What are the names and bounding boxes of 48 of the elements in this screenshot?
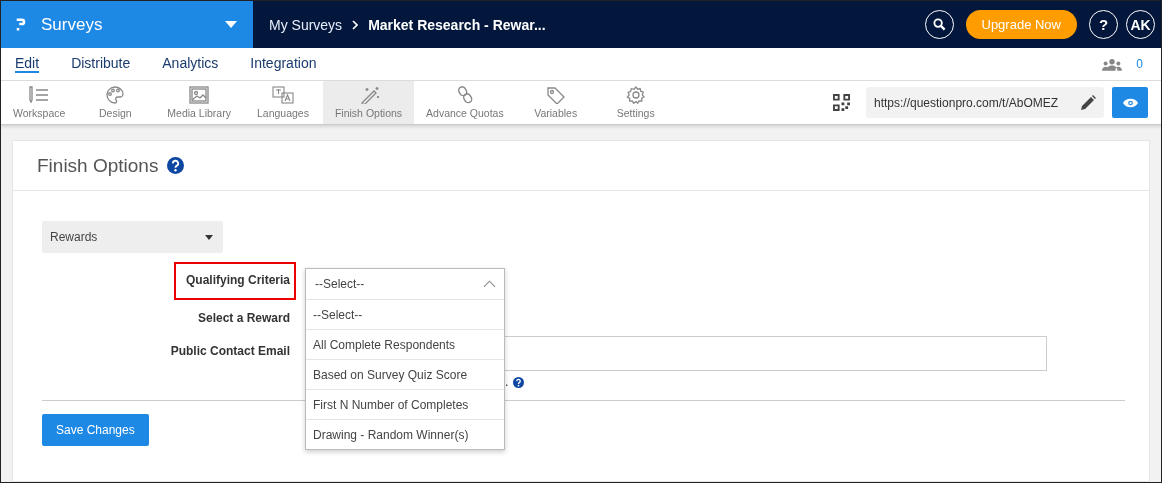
dropdown-option[interactable]: Drawing - Random Winner(s) <box>306 420 504 449</box>
help-icon[interactable] <box>167 157 185 174</box>
criteria-select[interactable]: --Select-- <box>306 269 504 300</box>
nav-tab[interactable]: Analytics <box>162 55 219 73</box>
breadcrumb-item[interactable]: My Surveys <box>269 16 343 33</box>
breadcrumb-item: Market Research - Rewar... <box>368 16 546 33</box>
save-button[interactable]: Save Changes <box>42 414 149 446</box>
tag-icon <box>544 86 567 104</box>
search-icon <box>932 18 946 31</box>
toolbar-button[interactable]: Variables <box>515 81 596 124</box>
caret-icon[interactable] <box>225 21 237 28</box>
translate-icon <box>271 86 294 104</box>
hint-text: . <box>505 375 509 389</box>
nav-tab[interactable]: Edit <box>15 55 40 73</box>
help-icon[interactable] <box>513 376 525 388</box>
section-dropdown[interactable]: Rewards <box>42 221 223 253</box>
url-field[interactable]: https://questionpro.com/t/AbOMEZ <box>866 87 1104 118</box>
toolbar-button[interactable]: Workspace <box>1 81 76 124</box>
toolbar-button[interactable]: Advance Quotas <box>414 81 516 124</box>
field-label: Public Contact Email <box>170 343 291 360</box>
logo-icon <box>15 17 27 32</box>
toolbar-button[interactable]: Media Library <box>155 81 243 124</box>
nav-tab[interactable]: Integration <box>250 55 317 73</box>
caret-icon <box>205 234 213 240</box>
eye-icon <box>1122 97 1138 108</box>
image-icon <box>188 86 211 104</box>
field-label: Select a Reward <box>197 310 291 327</box>
dropdown-option[interactable]: First N Number of Completes <box>306 390 504 420</box>
collaborator-count[interactable]: 0 <box>1136 57 1143 71</box>
toolbar-button[interactable]: Settings <box>595 81 676 124</box>
pencil-list-icon <box>28 86 51 104</box>
dropdown-option[interactable]: All Complete Respondents <box>306 330 504 360</box>
settings-icon <box>624 86 647 104</box>
preview-button[interactable] <box>1112 87 1148 118</box>
pencil-icon[interactable] <box>1080 94 1096 111</box>
nav-tab[interactable]: Distribute <box>71 55 131 73</box>
qr-code-icon[interactable] <box>833 94 850 111</box>
toolbar-button[interactable]: Languages <box>242 81 323 124</box>
dropdown-option[interactable]: --Select-- <box>306 300 504 330</box>
people-icon <box>1102 57 1123 71</box>
chevron-up-icon <box>483 280 496 288</box>
chevron-icon <box>352 19 359 30</box>
toolbar-button[interactable]: Finish Options <box>322 81 415 124</box>
toolbar-button[interactable]: Design <box>75 81 156 124</box>
page-title: Finish Options <box>37 154 159 177</box>
palette-icon <box>104 86 127 104</box>
dropdown-option[interactable]: Based on Survey Quiz Score <box>306 360 504 390</box>
field-label: Qualifying Criteria <box>173 262 296 300</box>
